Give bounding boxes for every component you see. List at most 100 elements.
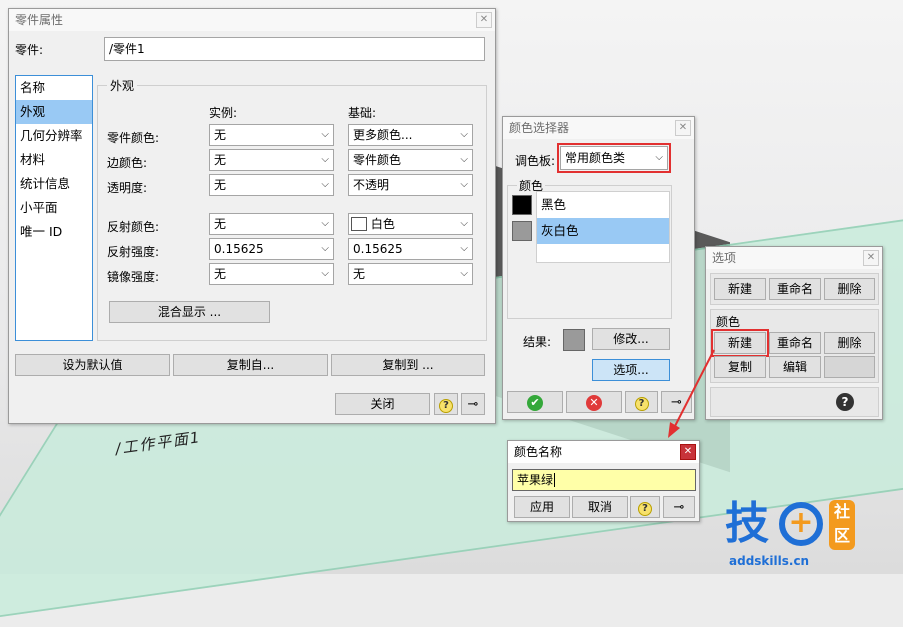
options-titlebar: 选项 ✕ xyxy=(706,247,882,269)
chevron-down-icon: ⌵ xyxy=(321,268,329,279)
nav-item-unique-id[interactable]: 唯一 ID xyxy=(16,220,92,244)
result-label: 结果: xyxy=(523,335,552,349)
category-list[interactable]: 名称 外观 几何分辨率 材料 统计信息 小平面 唯一 ID xyxy=(15,75,93,341)
help-icon[interactable]: ? xyxy=(836,393,854,411)
new-button-top[interactable]: 新建 xyxy=(714,278,766,300)
part-color-base-select[interactable]: 更多颜色... ⌵ xyxy=(348,124,473,146)
row-label-reflection-color: 反射颜色: xyxy=(107,220,160,234)
mirror-strength-base-select[interactable]: 无 ⌵ xyxy=(348,263,473,285)
badge-top-char: 社 xyxy=(833,502,850,521)
nav-item-appearance[interactable]: 外观 xyxy=(16,100,92,124)
nav-item-geometry-resolution[interactable]: 几何分辨率 xyxy=(16,124,92,148)
palette-label: 调色板: xyxy=(515,154,556,168)
cancel-icon-button[interactable]: ✕ xyxy=(566,391,622,413)
nav-item-name[interactable]: 名称 xyxy=(16,76,92,100)
nav-item-material[interactable]: 材料 xyxy=(16,148,92,172)
base-column-header: 基础: xyxy=(348,106,377,120)
chevron-down-icon: ⌵ xyxy=(321,129,329,140)
delete-button-top[interactable]: 删除 xyxy=(824,278,875,300)
options-panel: 选项 ✕ 新建 重命名 删除 颜色 新建 重命名 删除 复制 编辑 ? xyxy=(705,246,883,420)
panel-title: 零件属性 xyxy=(15,13,64,27)
part-properties-panel: 零件属性 ✕ 零件: /零件1 名称 外观 几何分辨率 材料 统计信息 小平面 … xyxy=(8,8,496,424)
panel-title: 选项 xyxy=(712,251,737,265)
appearance-group-title: 外观 xyxy=(107,77,138,94)
community-badge: 社 区 xyxy=(829,500,855,550)
options-button[interactable]: 选项... xyxy=(592,359,670,381)
row-label-transparency: 透明度: xyxy=(107,181,148,195)
part-path-field[interactable]: /零件1 xyxy=(104,37,485,61)
cancel-button[interactable]: 取消 xyxy=(572,496,628,518)
close-button[interactable]: 关闭 xyxy=(335,393,430,415)
part-color-instance-select[interactable]: 无 ⌵ xyxy=(209,124,334,146)
close-icon[interactable]: ✕ xyxy=(675,120,691,136)
question-icon: ? xyxy=(439,399,453,413)
rename-button-top[interactable]: 重命名 xyxy=(769,278,821,300)
row-label-edge-color: 边颜色: xyxy=(107,156,148,170)
chevron-down-icon: ⌵ xyxy=(460,154,468,165)
palette-highlight xyxy=(557,143,671,173)
chevron-down-icon: ⌵ xyxy=(460,218,468,229)
addskills-logo: 技 + 社 区 addskills.cn xyxy=(725,498,895,572)
transparency-base-select[interactable]: 不透明 ⌵ xyxy=(348,174,473,196)
black-swatch[interactable] xyxy=(512,195,532,215)
reflection-color-instance-select[interactable]: 无 ⌵ xyxy=(209,213,334,235)
help-button[interactable]: ? xyxy=(625,391,658,413)
chevron-down-icon: ⌵ xyxy=(321,243,329,254)
mirror-strength-instance-select[interactable]: 无 ⌵ xyxy=(209,263,334,285)
pointer-arrow xyxy=(668,349,715,438)
row-label-part-color: 零件颜色: xyxy=(107,131,160,145)
nav-item-statistics[interactable]: 统计信息 xyxy=(16,172,92,196)
pin-icon: ⊸ xyxy=(467,397,479,412)
row-label-reflection-strength: 反射强度: xyxy=(107,245,160,259)
instance-column-header: 实例: xyxy=(209,106,238,120)
color-item-black[interactable]: 黑色 xyxy=(537,192,669,218)
panel-title: 颜色选择器 xyxy=(509,121,570,135)
copy-to-button[interactable]: 复制到 ... xyxy=(331,354,485,376)
help-button[interactable]: ? xyxy=(630,496,660,518)
pin-icon: ⊸ xyxy=(673,500,685,515)
part-properties-titlebar: 零件属性 ✕ xyxy=(9,9,495,31)
chevron-down-icon: ⌵ xyxy=(460,268,468,279)
modify-button[interactable]: 修改... xyxy=(592,328,670,350)
copy-from-button[interactable]: 复制自... xyxy=(173,354,328,376)
delete-color-button[interactable]: 删除 xyxy=(824,332,875,354)
color-item-gray-white[interactable]: 灰白色 xyxy=(537,218,669,244)
pin-button[interactable]: ⊸ xyxy=(663,496,695,518)
chevron-down-icon: ⌵ xyxy=(460,243,468,254)
question-icon: ? xyxy=(638,502,652,516)
part-label: 零件: xyxy=(15,43,44,57)
edge-color-instance-select[interactable]: 无 ⌵ xyxy=(209,149,334,171)
pin-button[interactable]: ⊸ xyxy=(461,393,485,415)
color-list[interactable]: 黑色 灰白色 xyxy=(536,191,670,263)
chevron-down-icon: ⌵ xyxy=(321,179,329,190)
plus-icon: + xyxy=(779,502,823,546)
reflection-strength-instance-select[interactable]: 0.15625 ⌵ xyxy=(209,238,334,260)
set-default-button[interactable]: 设为默认值 xyxy=(15,354,170,376)
apply-button[interactable]: 应用 xyxy=(514,496,570,518)
logo-url: addskills.cn xyxy=(729,554,810,568)
result-swatch xyxy=(563,329,585,351)
white-swatch xyxy=(351,217,367,231)
reflection-color-base-select[interactable]: 白色 ⌵ xyxy=(348,213,473,235)
rename-color-button[interactable]: 重命名 xyxy=(769,332,821,354)
nav-item-facets[interactable]: 小平面 xyxy=(16,196,92,220)
color-picker-titlebar: 颜色选择器 ✕ xyxy=(503,117,694,139)
transparency-instance-select[interactable]: 无 ⌵ xyxy=(209,174,334,196)
reflection-strength-base-select[interactable]: 0.15625 ⌵ xyxy=(348,238,473,260)
dialog-title: 颜色名称 xyxy=(514,445,563,459)
gray-white-swatch[interactable] xyxy=(512,221,532,241)
close-icon[interactable]: ✕ xyxy=(863,250,879,266)
edit-color-button[interactable]: 编辑 xyxy=(769,356,821,378)
edge-color-base-select[interactable]: 零件颜色 ⌵ xyxy=(348,149,473,171)
chevron-down-icon: ⌵ xyxy=(460,129,468,140)
options-color-label: 颜色 xyxy=(716,315,741,329)
ok-button[interactable]: ✔ xyxy=(507,391,563,413)
color-name-dialog: 颜色名称 ✕ 苹果绿 应用 取消 ? ⊸ xyxy=(507,440,700,522)
help-button[interactable]: ? xyxy=(434,393,458,415)
copy-color-button[interactable]: 复制 xyxy=(714,356,766,378)
close-icon[interactable]: ✕ xyxy=(680,444,696,460)
cancel-icon: ✕ xyxy=(586,395,602,411)
blend-display-button[interactable]: 混合显示 ... xyxy=(109,301,270,323)
color-name-input[interactable]: 苹果绿 xyxy=(512,469,696,491)
close-icon[interactable]: ✕ xyxy=(476,12,492,28)
